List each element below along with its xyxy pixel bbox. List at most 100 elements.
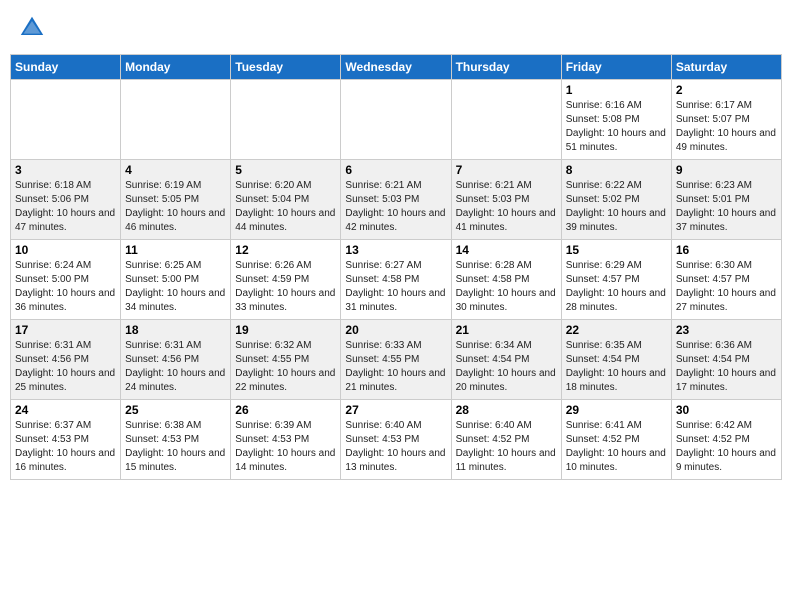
calendar-cell: 5 Sunrise: 6:20 AMSunset: 5:04 PMDaylight…	[231, 160, 341, 240]
day-number: 10	[15, 243, 116, 257]
day-info: Sunrise: 6:40 AMSunset: 4:52 PMDaylight:…	[456, 419, 557, 475]
day-info: Sunrise: 6:31 AMSunset: 4:56 PMDaylight:…	[125, 339, 226, 395]
day-info: Sunrise: 6:18 AMSunset: 5:06 PMDaylight:…	[15, 179, 116, 235]
calendar-cell: 13 Sunrise: 6:27 AMSunset: 4:58 PMDayligh…	[341, 240, 451, 320]
day-number: 23	[676, 323, 777, 337]
calendar-cell: 7Sunrise: 6:21 AMSunset: 5:03 PMDaylight…	[451, 160, 561, 240]
calendar-cell: 29 Sunrise: 6:41 AMSunset: 4:52 PMDayligh…	[561, 400, 671, 480]
calendar-cell: 15 Sunrise: 6:29 AMSunset: 4:57 PMDayligh…	[561, 240, 671, 320]
day-info: Sunrise: 6:42 AMSunset: 4:52 PMDaylight:…	[676, 419, 777, 475]
day-info: Sunrise: 6:26 AMSunset: 4:59 PMDaylight:…	[235, 259, 336, 315]
day-number: 15	[566, 243, 667, 257]
day-info: Sunrise: 6:23 AMSunset: 5:01 PMDaylight:…	[676, 179, 777, 235]
day-info: Sunrise: 6:25 AMSunset: 5:00 PMDaylight:…	[125, 259, 226, 315]
day-info: Sunrise: 6:34 AMSunset: 4:54 PMDaylight:…	[456, 339, 557, 395]
day-number: 14	[456, 243, 557, 257]
calendar-cell: 10 Sunrise: 6:24 AMSunset: 5:00 PMDayligh…	[11, 240, 121, 320]
calendar-cell: 25 Sunrise: 6:38 AMSunset: 4:53 PMDayligh…	[121, 400, 231, 480]
day-number: 30	[676, 403, 777, 417]
calendar-cell	[231, 80, 341, 160]
day-info: Sunrise: 6:35 AMSunset: 4:54 PMDaylight:…	[566, 339, 667, 395]
day-number: 22	[566, 323, 667, 337]
day-info: Sunrise: 6:20 AMSunset: 5:04 PMDaylight:…	[235, 179, 336, 235]
logo	[18, 14, 50, 42]
day-info: Sunrise: 6:38 AMSunset: 4:53 PMDaylight:…	[125, 419, 226, 475]
day-info: Sunrise: 6:27 AMSunset: 4:58 PMDaylight:…	[345, 259, 446, 315]
calendar-cell: 2 Sunrise: 6:17 AMSunset: 5:07 PMDaylight…	[671, 80, 781, 160]
page-header	[10, 10, 782, 46]
day-number: 21	[456, 323, 557, 337]
day-number: 24	[15, 403, 116, 417]
day-info: Sunrise: 6:24 AMSunset: 5:00 PMDaylight:…	[15, 259, 116, 315]
day-number: 20	[345, 323, 446, 337]
day-info: Sunrise: 6:28 AMSunset: 4:58 PMDaylight:…	[456, 259, 557, 315]
day-info: Sunrise: 6:33 AMSunset: 4:55 PMDaylight:…	[345, 339, 446, 395]
calendar-cell: 9 Sunrise: 6:23 AMSunset: 5:01 PMDaylight…	[671, 160, 781, 240]
day-number: 4	[125, 163, 226, 177]
day-number: 25	[125, 403, 226, 417]
day-number: 29	[566, 403, 667, 417]
day-number: 11	[125, 243, 226, 257]
day-number: 3	[15, 163, 116, 177]
day-info: Sunrise: 6:37 AMSunset: 4:53 PMDaylight:…	[15, 419, 116, 475]
day-number: 1	[566, 83, 667, 97]
day-info: Sunrise: 6:16 AMSunset: 5:08 PMDaylight:…	[566, 99, 667, 155]
day-number: 26	[235, 403, 336, 417]
calendar-cell	[121, 80, 231, 160]
day-number: 9	[676, 163, 777, 177]
day-info: Sunrise: 6:41 AMSunset: 4:52 PMDaylight:…	[566, 419, 667, 475]
day-number: 16	[676, 243, 777, 257]
day-number: 18	[125, 323, 226, 337]
day-info: Sunrise: 6:19 AMSunset: 5:05 PMDaylight:…	[125, 179, 226, 235]
logo-icon	[18, 14, 46, 42]
day-number: 6	[345, 163, 446, 177]
calendar-table: SundayMondayTuesdayWednesdayThursdayFrid…	[10, 54, 782, 480]
day-number: 17	[15, 323, 116, 337]
calendar-cell: 30 Sunrise: 6:42 AMSunset: 4:52 PMDayligh…	[671, 400, 781, 480]
day-number: 19	[235, 323, 336, 337]
calendar-cell: 12 Sunrise: 6:26 AMSunset: 4:59 PMDayligh…	[231, 240, 341, 320]
weekday-header-thursday: Thursday	[451, 55, 561, 80]
day-info: Sunrise: 6:39 AMSunset: 4:53 PMDaylight:…	[235, 419, 336, 475]
day-info: Sunrise: 6:22 AMSunset: 5:02 PMDaylight:…	[566, 179, 667, 235]
day-info: Sunrise: 6:30 AMSunset: 4:57 PMDaylight:…	[676, 259, 777, 315]
calendar-cell: 22 Sunrise: 6:35 AMSunset: 4:54 PMDayligh…	[561, 320, 671, 400]
day-info: Sunrise: 6:31 AMSunset: 4:56 PMDaylight:…	[15, 339, 116, 395]
weekday-header-monday: Monday	[121, 55, 231, 80]
day-number: 27	[345, 403, 446, 417]
day-info: Sunrise: 6:29 AMSunset: 4:57 PMDaylight:…	[566, 259, 667, 315]
calendar-cell: 27Sunrise: 6:40 AMSunset: 4:53 PMDayligh…	[341, 400, 451, 480]
calendar-cell: 26 Sunrise: 6:39 AMSunset: 4:53 PMDayligh…	[231, 400, 341, 480]
calendar-cell: 11 Sunrise: 6:25 AMSunset: 5:00 PMDayligh…	[121, 240, 231, 320]
calendar-cell: 24 Sunrise: 6:37 AMSunset: 4:53 PMDayligh…	[11, 400, 121, 480]
calendar-cell: 14 Sunrise: 6:28 AMSunset: 4:58 PMDayligh…	[451, 240, 561, 320]
day-number: 8	[566, 163, 667, 177]
calendar-cell	[341, 80, 451, 160]
day-number: 13	[345, 243, 446, 257]
calendar-cell: 8 Sunrise: 6:22 AMSunset: 5:02 PMDaylight…	[561, 160, 671, 240]
day-info: Sunrise: 6:32 AMSunset: 4:55 PMDaylight:…	[235, 339, 336, 395]
day-number: 12	[235, 243, 336, 257]
day-number: 5	[235, 163, 336, 177]
calendar-cell: 1 Sunrise: 6:16 AMSunset: 5:08 PMDaylight…	[561, 80, 671, 160]
day-number: 2	[676, 83, 777, 97]
calendar-cell: 23Sunrise: 6:36 AMSunset: 4:54 PMDayligh…	[671, 320, 781, 400]
calendar-cell: 16 Sunrise: 6:30 AMSunset: 4:57 PMDayligh…	[671, 240, 781, 320]
day-number: 7	[456, 163, 557, 177]
calendar-cell	[11, 80, 121, 160]
calendar-cell: 28 Sunrise: 6:40 AMSunset: 4:52 PMDayligh…	[451, 400, 561, 480]
calendar-cell: 4 Sunrise: 6:19 AMSunset: 5:05 PMDaylight…	[121, 160, 231, 240]
weekday-header-friday: Friday	[561, 55, 671, 80]
calendar-cell: 3 Sunrise: 6:18 AMSunset: 5:06 PMDaylight…	[11, 160, 121, 240]
calendar-cell: 18 Sunrise: 6:31 AMSunset: 4:56 PMDayligh…	[121, 320, 231, 400]
day-number: 28	[456, 403, 557, 417]
weekday-header-tuesday: Tuesday	[231, 55, 341, 80]
day-info: Sunrise: 6:21 AMSunset: 5:03 PMDaylight:…	[345, 179, 446, 235]
calendar-cell: 17 Sunrise: 6:31 AMSunset: 4:56 PMDayligh…	[11, 320, 121, 400]
weekday-header-saturday: Saturday	[671, 55, 781, 80]
calendar-cell: 6 Sunrise: 6:21 AMSunset: 5:03 PMDaylight…	[341, 160, 451, 240]
day-info: Sunrise: 6:17 AMSunset: 5:07 PMDaylight:…	[676, 99, 777, 155]
weekday-header-wednesday: Wednesday	[341, 55, 451, 80]
weekday-header-sunday: Sunday	[11, 55, 121, 80]
calendar-cell	[451, 80, 561, 160]
